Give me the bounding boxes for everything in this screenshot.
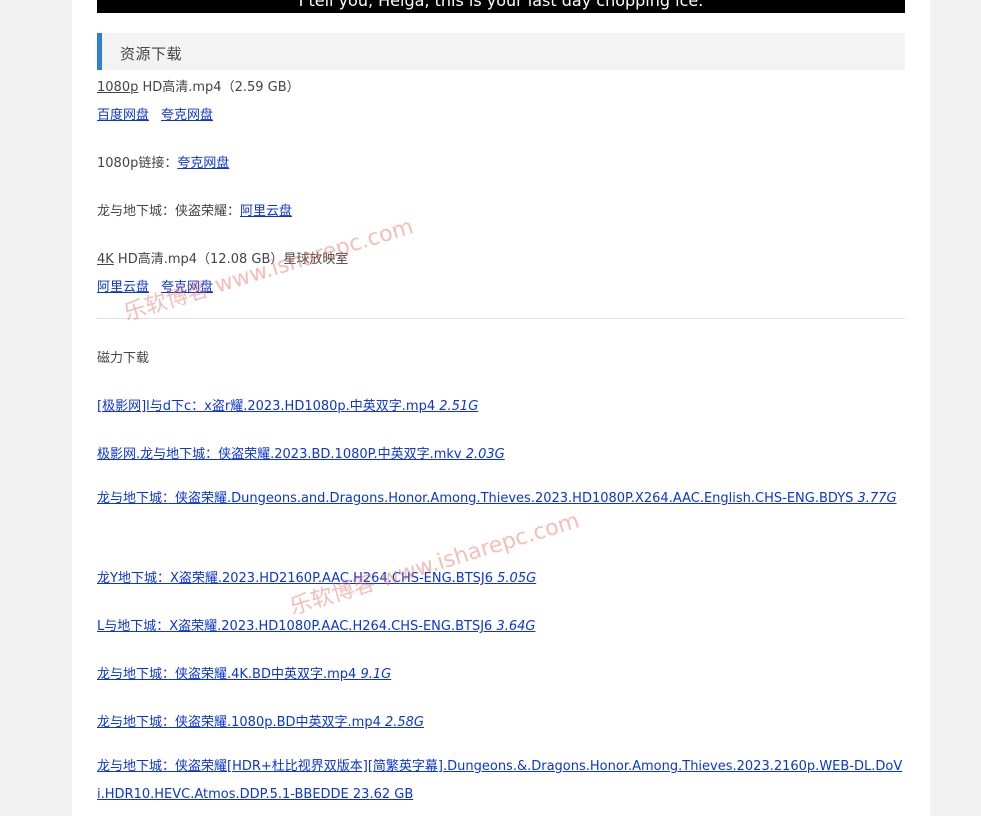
magnet-link[interactable]: 龙与地下城：侠盗荣耀.1080p.BD中英双字.mp4 2.58G: [97, 711, 424, 730]
magnet-name: L与地下城：X盗荣耀.2023.HD1080P.AAC.H264.CHS-ENG…: [97, 619, 497, 634]
download-item-aliyun: 龙与地下城：侠盗荣耀：阿里云盘: [97, 200, 292, 219]
download-links-4k: 阿里云盘 夸克网盘: [97, 276, 213, 295]
magnet-link[interactable]: L与地下城：X盗荣耀.2023.HD1080P.AAC.H264.CHS-ENG…: [97, 615, 535, 634]
baidu-pan-link[interactable]: 百度网盘: [97, 108, 149, 123]
magnet-link[interactable]: 龙与地下城：侠盗荣耀[HDR+杜比视界双版本][简繁英字幕].Dungeons.…: [97, 753, 903, 809]
magnet-link[interactable]: 龙与地下城：侠盗荣耀.Dungeons.and.Dragons.Honor.Am…: [97, 485, 903, 513]
quality-label: 4K: [97, 252, 114, 267]
quality-label: 1080p: [97, 80, 139, 95]
magnet-link[interactable]: 极影网.龙与地下城：侠盗荣耀.2023.BD.1080P.中英双字.mkv 2.…: [97, 443, 505, 462]
magnet-heading: 磁力下载: [97, 351, 150, 366]
aliyun-pan-link[interactable]: 阿里云盘: [240, 204, 292, 219]
magnet-size: 2.03G: [465, 447, 505, 462]
magnet-link[interactable]: [极影网]l与d下c：x盗r耀.2023.HD1080p.中英双字.mp4 2.…: [97, 395, 478, 414]
magnet-name: 龙与地下城：侠盗荣耀[HDR+杜比视界双版本][简繁英字幕].Dungeons.…: [97, 759, 903, 802]
magnet-name: 龙Y地下城：X盗荣耀.2023.HD2160P.AAC.H264.CHS-ENG…: [97, 571, 498, 586]
file-description: HD高清.mp4（2.59 GB）: [138, 80, 300, 95]
magnet-name: [极影网]l与d下c：x盗r耀.2023.HD1080p.中英双字.mp4: [97, 399, 440, 414]
download-item-1080p: 1080p HD高清.mp4（2.59 GB）: [97, 76, 300, 95]
watermark: 乐软博客 www.isharepc.com: [121, 214, 417, 327]
magnet-link[interactable]: 龙与地下城：侠盗荣耀.4K.BD中英双字.mp4 9.1G: [97, 663, 391, 682]
section-header-downloads: 资源下载: [97, 33, 905, 70]
magnet-size: 3.77G: [857, 491, 897, 506]
article-page: I tell you, Helga, this is your last day…: [72, 0, 930, 816]
magnet-size: 5.05G: [497, 571, 537, 586]
file-description: HD高清.mp4（12.08 GB）星球放映室: [113, 252, 349, 267]
quark-pan-link[interactable]: 夸克网盘: [177, 156, 229, 171]
video-player[interactable]: I tell you, Helga, this is your last day…: [97, 0, 905, 13]
magnet-size: 2.58G: [384, 715, 425, 730]
magnet-size: 3.64G: [496, 619, 536, 634]
magnet-size: 2.51G: [439, 399, 479, 414]
magnet-name: 龙与地下城：侠盗荣耀.Dungeons.and.Dragons.Honor.Am…: [97, 491, 858, 506]
section-title: 资源下载: [120, 45, 183, 63]
magnet-link[interactable]: 龙Y地下城：X盗荣耀.2023.HD2160P.AAC.H264.CHS-ENG…: [97, 567, 536, 586]
download-item-4k: 4K HD高清.mp4（12.08 GB）星球放映室: [97, 248, 348, 267]
magnet-size: 9.1G: [360, 667, 392, 682]
download-item-1080p-link: 1080p链接：夸克网盘: [97, 152, 229, 171]
magnet-name: 龙与地下城：侠盗荣耀.1080p.BD中英双字.mp4: [97, 715, 385, 730]
magnet-size: 23.62 GB: [352, 787, 414, 802]
magnet-name: 极影网.龙与地下城：侠盗荣耀.2023.BD.1080P.中英双字.mkv: [97, 447, 466, 462]
magnet-name: 龙与地下城：侠盗荣耀.4K.BD中英双字.mp4: [97, 667, 361, 682]
watermark: 乐软博客 www.isharepc.com: [287, 508, 583, 621]
video-subtitle: I tell you, Helga, this is your last day…: [298, 0, 704, 10]
link-label: 1080p链接：: [97, 156, 178, 171]
link-label: 龙与地下城：侠盗荣耀：: [97, 204, 241, 219]
aliyun-pan-link[interactable]: 阿里云盘: [97, 280, 149, 295]
download-links-1080p: 百度网盘 夸克网盘: [97, 104, 213, 123]
quark-pan-link[interactable]: 夸克网盘: [161, 280, 213, 295]
divider: [97, 318, 905, 319]
quark-pan-link[interactable]: 夸克网盘: [161, 108, 213, 123]
